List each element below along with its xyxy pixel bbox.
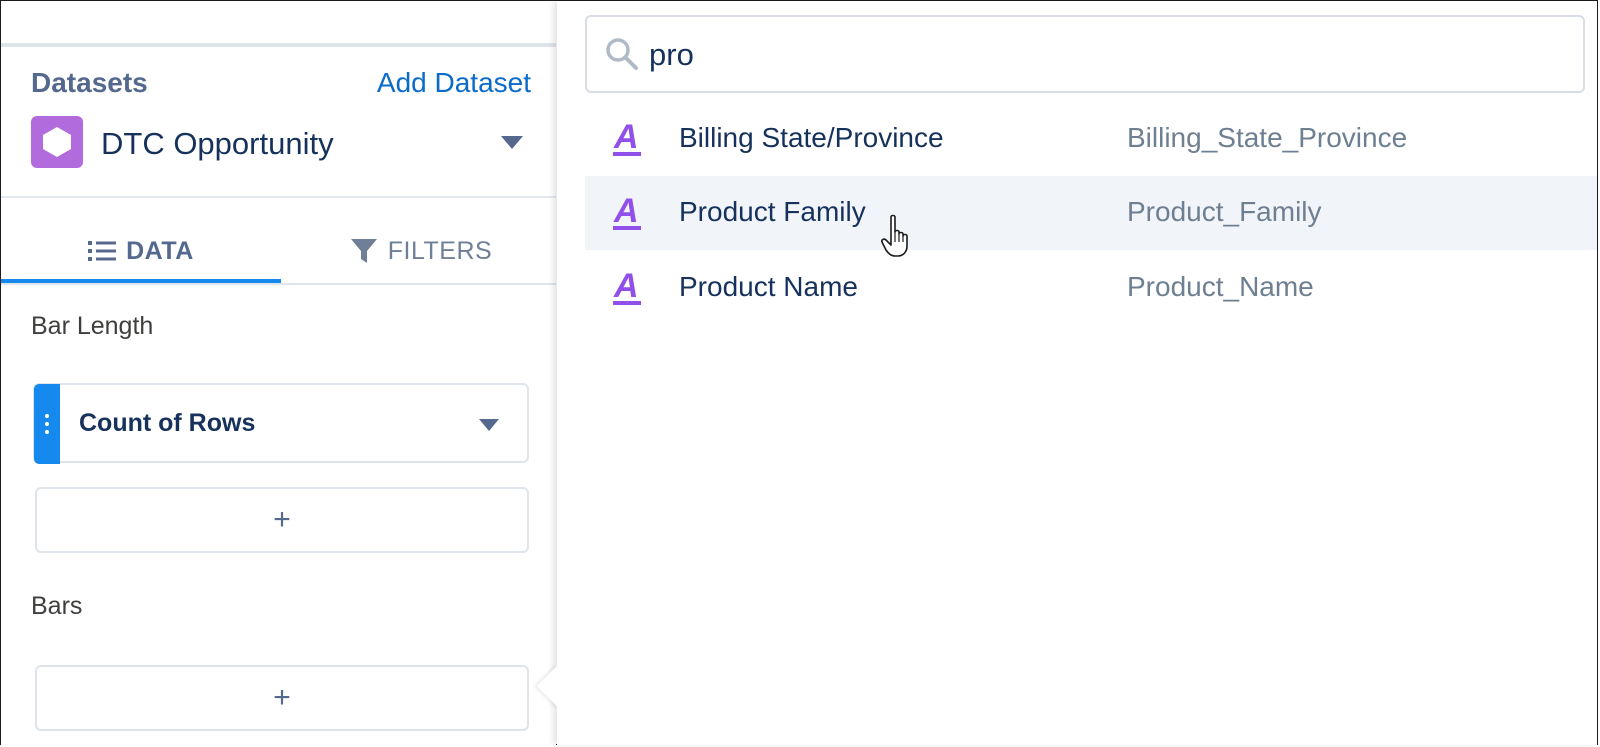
bar-length-label: Bar Length: [31, 312, 154, 340]
bars-label: Bars: [31, 592, 83, 620]
svg-text:A: A: [613, 192, 639, 230]
tabs-border: [1, 283, 556, 285]
plus-icon: +: [273, 681, 291, 714]
result-label: Product Name: [679, 271, 858, 302]
search-icon: [606, 38, 638, 70]
text-field-icon: A: [613, 192, 641, 230]
add-dataset-link[interactable]: Add Dataset: [377, 67, 531, 99]
filter-icon: [350, 239, 377, 263]
add-bars-button[interactable]: +: [35, 665, 529, 731]
datasets-title: Datasets: [31, 67, 148, 98]
hand-cursor-icon: [881, 214, 908, 257]
svg-text:A: A: [613, 118, 639, 156]
result-item-product-family[interactable]: A Product Family Product_Family: [585, 176, 1597, 250]
dataset-name: DTC Opportunity: [101, 126, 334, 161]
search-box[interactable]: [585, 15, 1585, 93]
dataset-selector[interactable]: DTC Opportunity: [31, 116, 531, 170]
add-bar-length-button[interactable]: +: [35, 487, 529, 553]
chevron-down-icon[interactable]: [479, 419, 499, 431]
search-input[interactable]: [647, 29, 1551, 81]
result-api-name: Product_Family: [1127, 196, 1322, 227]
panel-tabs: DATA FILTERS: [1, 216, 556, 286]
drag-handle[interactable]: [34, 384, 60, 464]
result-label: Billing State/Province: [679, 122, 944, 153]
tab-filters[interactable]: FILTERS: [281, 216, 561, 286]
tab-filters-label: FILTERS: [387, 236, 493, 265]
text-field-icon: A: [613, 267, 641, 305]
left-panel: Datasets Add Dataset DTC Opportunity DAT…: [1, 1, 556, 745]
svg-text:A: A: [613, 267, 639, 305]
result-api-name: Billing_State_Province: [1127, 122, 1408, 153]
list-icon: [88, 241, 117, 261]
result-item-billing-state-province[interactable]: A Billing State/Province Billing_State_P…: [585, 102, 1597, 176]
chevron-down-icon[interactable]: [501, 136, 523, 149]
dataset-icon: [31, 116, 83, 168]
field-picker-popover: A Billing State/Province Billing_State_P…: [536, 1, 1597, 745]
plus-icon: +: [273, 503, 291, 536]
measure-label: Count of Rows: [79, 409, 256, 437]
divider: [1, 196, 556, 198]
datasets-header: Datasets Add Dataset: [31, 63, 531, 103]
result-api-name: Product_Name: [1127, 271, 1314, 302]
tab-data-label: DATA: [126, 236, 194, 265]
tab-data[interactable]: DATA: [1, 216, 281, 286]
text-field-icon: A: [613, 118, 641, 156]
result-label: Product Family: [679, 196, 866, 227]
result-item-product-name[interactable]: A Product Name Product_Name: [585, 251, 1597, 325]
top-divider: [1, 43, 556, 47]
measure-pill[interactable]: Count of Rows: [33, 383, 529, 464]
